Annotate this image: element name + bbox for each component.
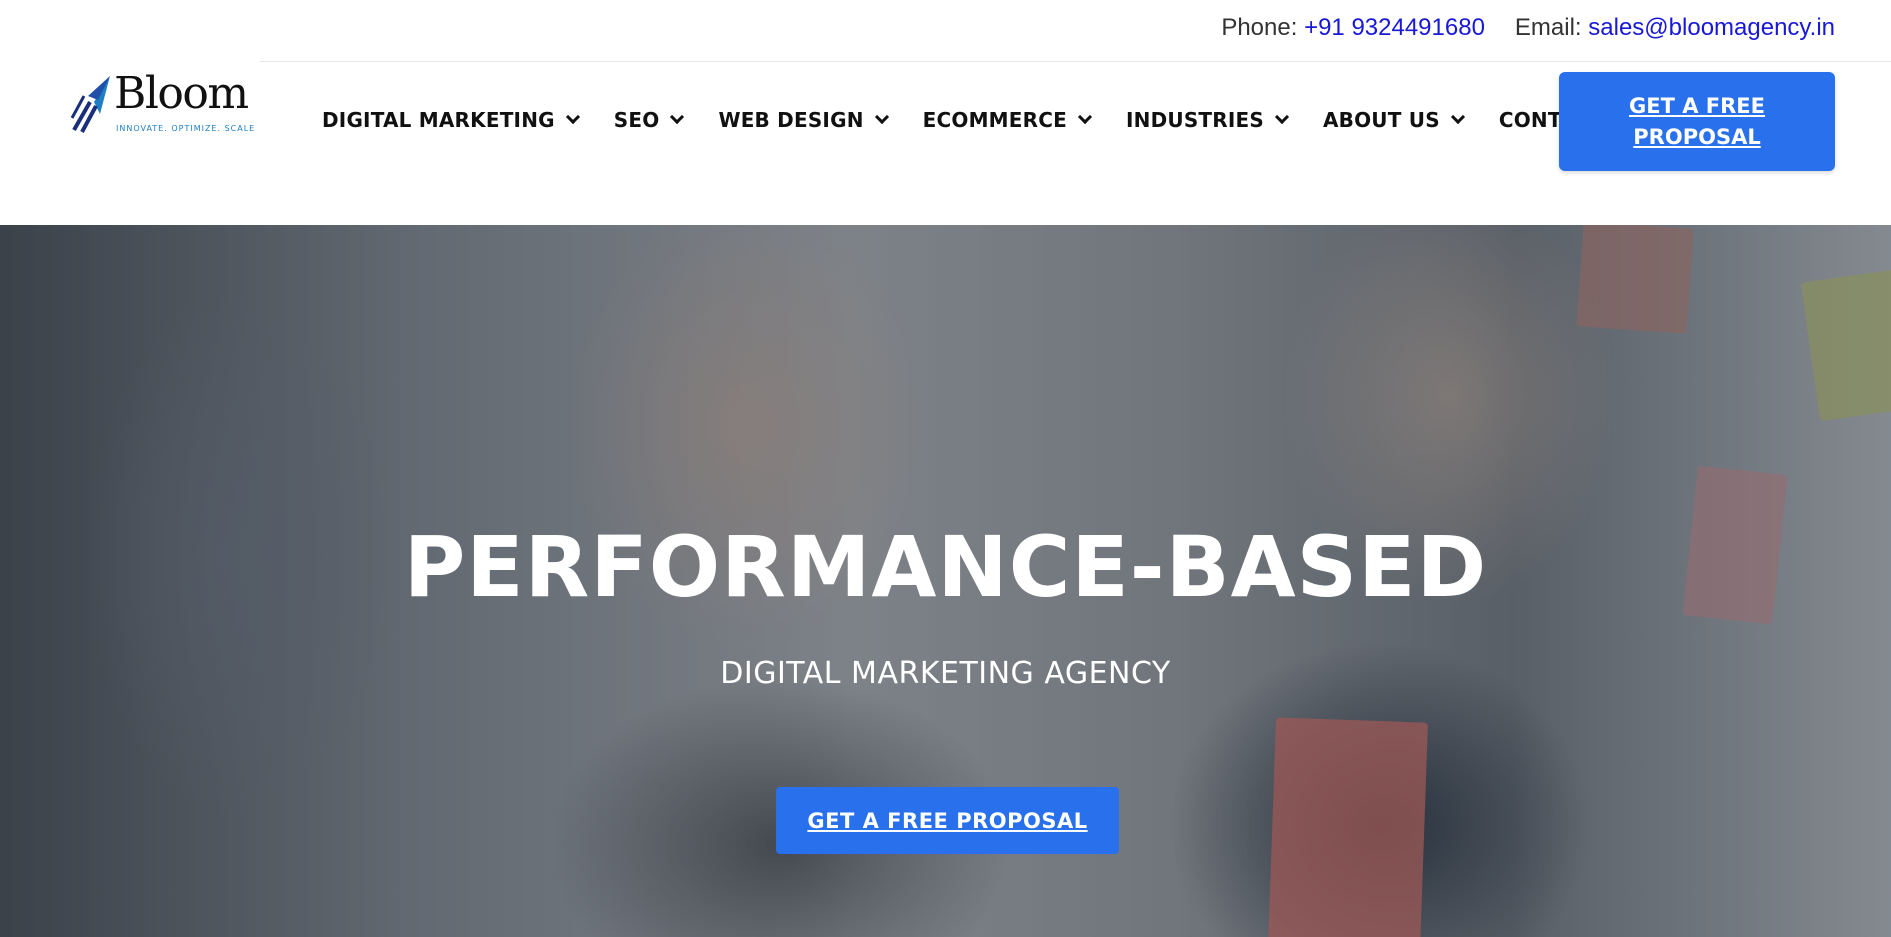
brand-name: Bloom — [114, 68, 249, 119]
phone-link[interactable]: +91 9324491680 — [1304, 14, 1485, 41]
nav-item-label: ECOMMERCE — [922, 108, 1067, 132]
hero-proposal-button[interactable]: GET A FREE PROPOSAL — [776, 787, 1119, 854]
nav-item-label: WEB DESIGN — [718, 108, 864, 132]
chevron-down-icon — [671, 112, 682, 123]
nav-item-industries[interactable]: INDUSTRIES — [1126, 108, 1287, 132]
chevron-down-icon — [1079, 112, 1090, 123]
nav-item-ecommerce[interactable]: ECOMMERCE — [923, 108, 1090, 132]
hero-section: PERFORMANCE-BASED DIGITAL MARKETING AGEN… — [0, 225, 1891, 937]
email-info: Email: sales@bloomagency.in — [1515, 14, 1835, 42]
chevron-down-icon — [567, 112, 578, 123]
email-link[interactable]: sales@bloomagency.in — [1588, 14, 1835, 41]
chevron-down-icon — [1276, 112, 1287, 123]
email-label: Email: — [1514, 14, 1582, 41]
main-nav: DIGITAL MARKETING SEO WEB DESIGN ECOMMER… — [322, 108, 1643, 132]
hero-title: PERFORMANCE-BASED — [403, 518, 1488, 616]
nav-item-digital-marketing[interactable]: DIGITAL MARKETING — [322, 108, 578, 132]
phone-label: Phone: — [1221, 14, 1298, 41]
bloom-logo-icon — [70, 76, 110, 133]
nav-item-label: DIGITAL MARKETING — [322, 108, 555, 132]
nav-item-seo[interactable]: SEO — [614, 108, 683, 132]
nav-item-label: ABOUT US — [1322, 108, 1440, 132]
chevron-down-icon — [876, 112, 887, 123]
contact-bar: Phone: +91 9324491680 Email: sales@bloom… — [1221, 14, 1835, 42]
nav-item-web-design[interactable]: WEB DESIGN — [718, 108, 886, 132]
chevron-down-icon — [1452, 112, 1463, 123]
nav-item-label: INDUSTRIES — [1126, 108, 1264, 132]
brand-tagline: INNOVATE. OPTIMIZE. SCALE — [116, 124, 256, 133]
header-proposal-button[interactable]: GET A FREE PROPOSAL — [1559, 72, 1835, 171]
nav-item-label: SEO — [613, 108, 660, 132]
brand-logo[interactable]: Bloom INNOVATE. OPTIMIZE. SCALE — [70, 72, 254, 138]
nav-item-about-us[interactable]: ABOUT US — [1323, 108, 1463, 132]
site-header: Bloom INNOVATE. OPTIMIZE. SCALE Phone: +… — [0, 0, 1891, 225]
phone-info: Phone: +91 9324491680 — [1221, 14, 1485, 42]
hero-subtitle: DIGITAL MARKETING AGENCY — [720, 656, 1171, 691]
header-divider — [260, 61, 1891, 62]
